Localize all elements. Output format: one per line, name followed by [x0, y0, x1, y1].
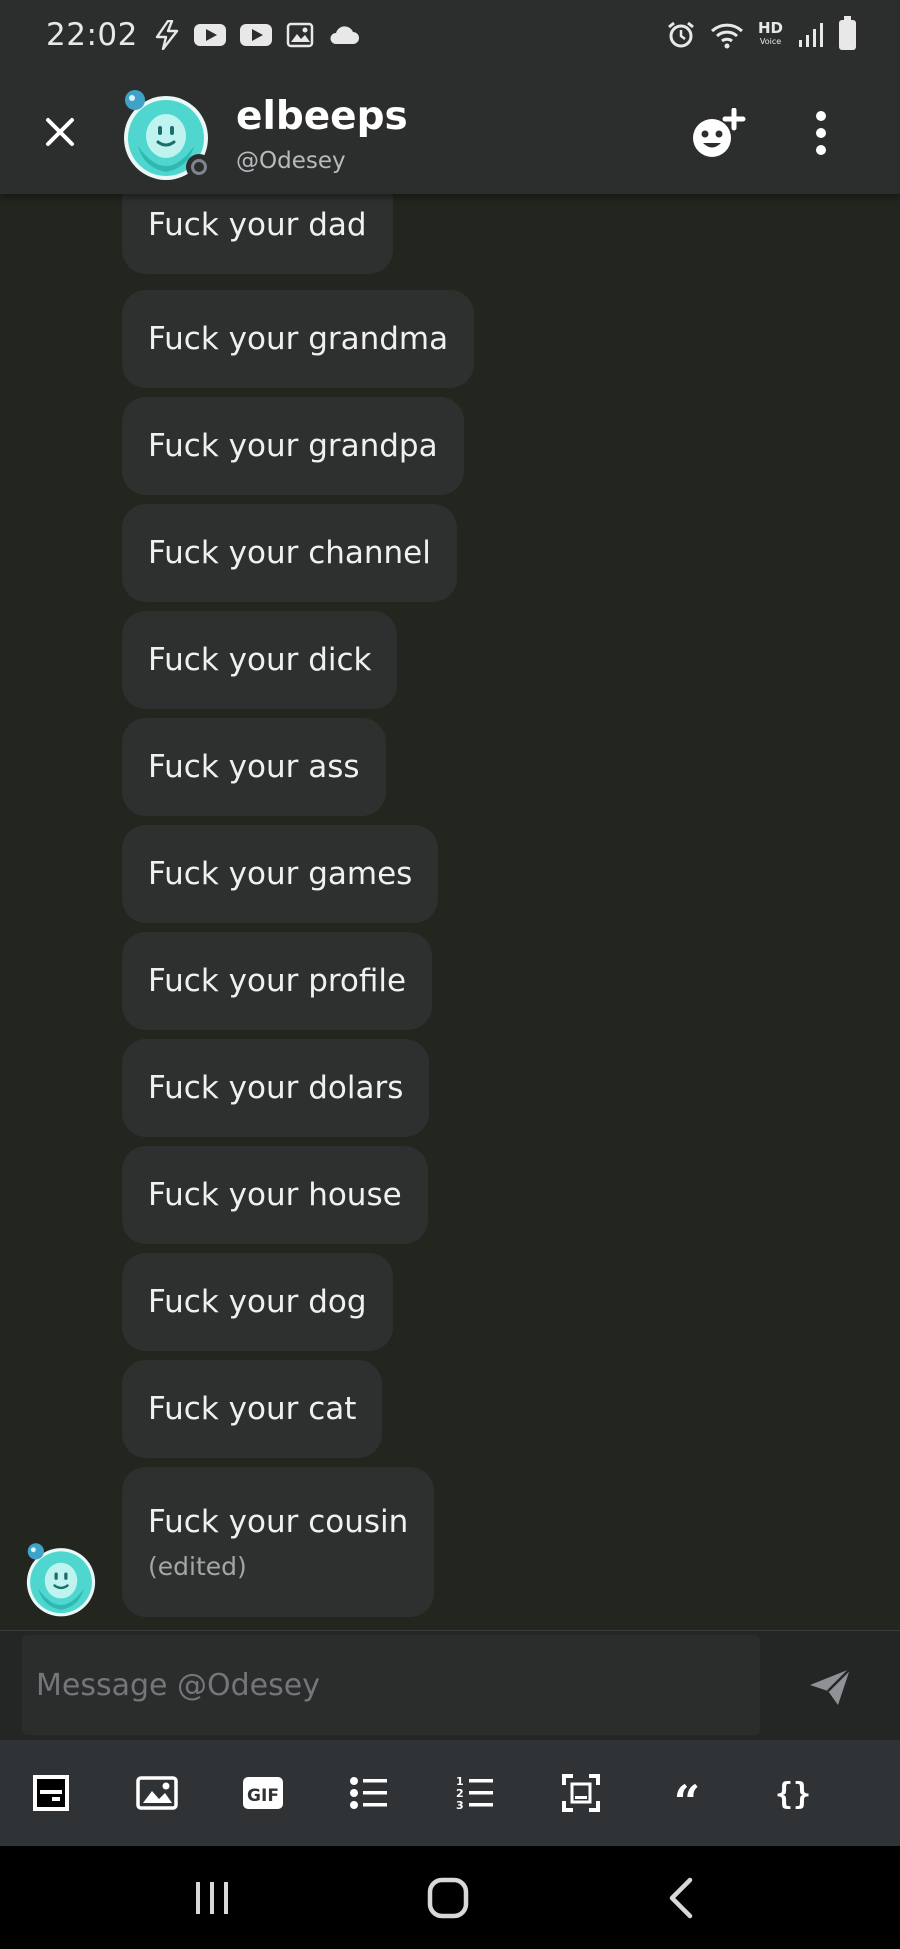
code-label: {} — [775, 1777, 811, 1812]
gif-icon[interactable]: GIF — [240, 1770, 286, 1816]
back-icon[interactable] — [664, 1876, 700, 1920]
quote-icon[interactable]: “ — [664, 1770, 710, 1816]
message-list[interactable]: Fuck your dad Fuck your grandma Fuck you… — [0, 194, 900, 1630]
system-nav-bar — [0, 1846, 900, 1949]
svg-text:“: “ — [674, 1778, 700, 1808]
add-friend-icon[interactable] — [688, 108, 746, 160]
gif-label: GIF — [247, 1786, 279, 1806]
message-bubble[interactable]: Fuck your grandpa — [122, 397, 464, 495]
message-bubble[interactable]: Fuck your grandma — [122, 290, 475, 388]
svg-text:3: 3 — [456, 1799, 464, 1812]
message-text: Fuck your cousin — [148, 1503, 409, 1540]
alarm-icon — [668, 21, 694, 48]
message-bubble[interactable]: Fuck your dog — [122, 1253, 393, 1351]
home-icon[interactable] — [426, 1876, 470, 1920]
header-username[interactable]: elbeeps — [236, 94, 408, 139]
edited-label: (edited) — [148, 1551, 247, 1581]
formatting-toolbar: GIF 123 “ {} — [0, 1740, 900, 1846]
image-icon[interactable] — [134, 1770, 180, 1816]
youtube-icon — [239, 24, 272, 46]
code-block-icon[interactable] — [558, 1770, 604, 1816]
cloud-icon — [330, 26, 359, 44]
message-bubble[interactable]: Fuck your games — [122, 825, 439, 923]
bullet-list-icon[interactable] — [346, 1770, 392, 1816]
message-bubble[interactable]: Fuck your profile — [122, 932, 433, 1030]
status-right-icons: HD Voice — [666, 16, 856, 50]
status-left-icons — [154, 20, 360, 50]
signal-icon — [799, 23, 823, 47]
message-bubble[interactable]: Fuck your dad — [122, 194, 393, 274]
message-bubble[interactable]: Fuck your dolars — [122, 1039, 430, 1137]
flash-icon — [155, 20, 179, 50]
close-icon[interactable] — [40, 112, 80, 152]
hd-sublabel: Voice — [759, 37, 782, 46]
dm-header: elbeeps @Odesey — [0, 70, 900, 194]
message-composer: Message @Odesey — [0, 1630, 900, 1740]
status-bar: 22:02 HD Voice — [0, 0, 900, 70]
message-bubble[interactable]: Fuck your cat — [122, 1360, 383, 1458]
youtube-icon — [193, 24, 226, 46]
header-handle: @Odesey — [236, 148, 346, 174]
status-time: 22:02 — [46, 17, 138, 53]
gallery-icon — [286, 22, 314, 48]
message-bubble[interactable]: Fuck your cousin (edited) — [122, 1467, 435, 1617]
wifi-icon — [710, 23, 744, 49]
more-vertical-icon[interactable] — [806, 108, 836, 158]
message-bubble[interactable]: Fuck your house — [122, 1146, 428, 1244]
battery-icon — [839, 16, 856, 50]
spoiler-icon[interactable] — [28, 1770, 74, 1816]
offline-status-indicator — [186, 154, 212, 180]
message-bubble[interactable]: Fuck your ass — [122, 718, 386, 816]
code-icon[interactable]: {} — [770, 1770, 816, 1816]
message-bubble[interactable]: Fuck your channel — [122, 504, 457, 602]
send-icon[interactable] — [808, 1667, 852, 1707]
message-input[interactable]: Message @Odesey — [22, 1635, 760, 1735]
recent-apps-icon[interactable] — [192, 1876, 232, 1920]
message-avatar[interactable] — [22, 1540, 100, 1618]
message-bubble[interactable]: Fuck your dick — [122, 611, 398, 709]
hd-voice-icon: HD Voice — [758, 21, 783, 48]
numbered-list-icon[interactable]: 123 — [452, 1770, 498, 1816]
